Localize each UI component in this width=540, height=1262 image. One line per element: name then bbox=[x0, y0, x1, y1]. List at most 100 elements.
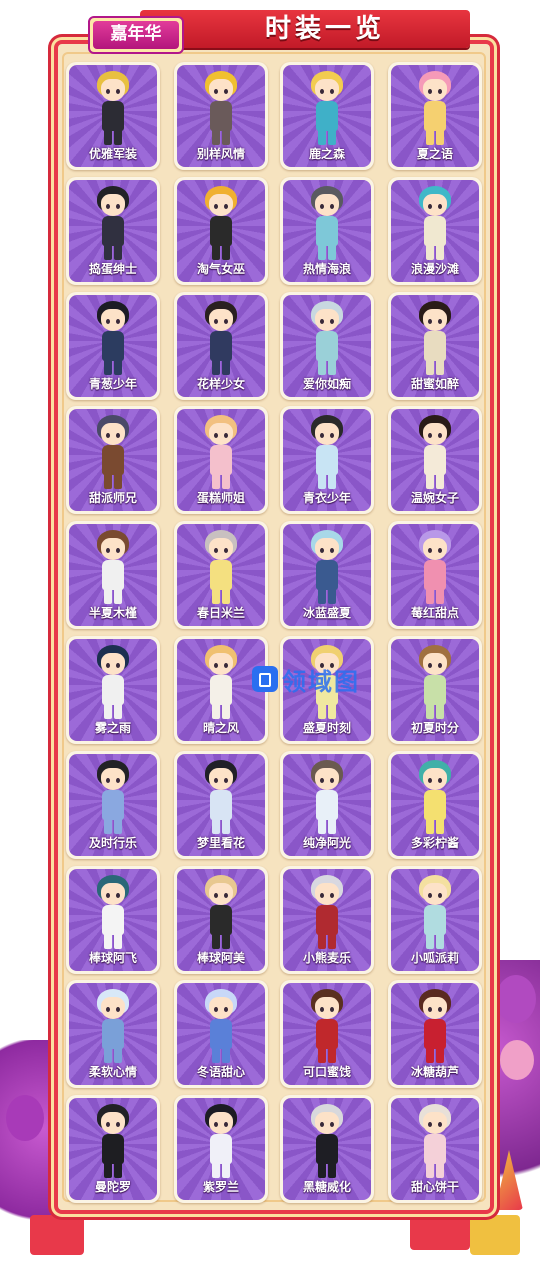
outfit-card[interactable]: 曼陀罗 bbox=[66, 1095, 160, 1204]
outfit-name: 爱你如痴 bbox=[302, 376, 351, 391]
avatar-eye bbox=[116, 318, 120, 324]
avatar-outfit bbox=[424, 1019, 446, 1050]
avatar-leg bbox=[426, 588, 434, 605]
avatar-figure bbox=[203, 759, 239, 840]
avatar-figure bbox=[309, 874, 345, 955]
outfit-card-frame: 别样风情 bbox=[177, 65, 265, 167]
avatar-figure bbox=[203, 300, 239, 381]
avatar-leg bbox=[222, 129, 230, 145]
outfit-card[interactable]: 莓红甜点 bbox=[388, 521, 482, 630]
outfit-name: 花样少女 bbox=[196, 376, 245, 391]
avatar-outfit bbox=[210, 1134, 232, 1165]
outfit-card[interactable]: 纯净阿光 bbox=[280, 750, 374, 859]
outfit-card[interactable]: 花样少女 bbox=[174, 291, 268, 400]
avatar-figure bbox=[309, 415, 345, 495]
outfit-card[interactable]: 柔软心情 bbox=[66, 980, 160, 1089]
outfit-name: 春日米兰 bbox=[196, 606, 245, 621]
avatar-face bbox=[209, 538, 233, 561]
avatar-figure bbox=[417, 874, 453, 955]
avatar-face bbox=[315, 882, 339, 905]
outfit-card[interactable]: 鹿之森 bbox=[280, 62, 374, 170]
outfit-card[interactable]: 冬语甜心 bbox=[174, 980, 268, 1089]
outfit-name: 多彩柠酱 bbox=[410, 835, 459, 850]
outfit-card[interactable]: 甜派师兄 bbox=[66, 406, 160, 515]
outfit-card[interactable]: 小呱派莉 bbox=[388, 865, 482, 974]
outfit-card[interactable]: 浪漫沙滩 bbox=[388, 176, 482, 285]
outfit-card-frame: 柔软心情 bbox=[69, 983, 157, 1086]
outfit-card[interactable]: 温婉女子 bbox=[388, 406, 482, 515]
avatar-eye bbox=[330, 892, 334, 898]
outfit-card[interactable]: 捣蛋绅士 bbox=[66, 176, 160, 285]
outfit-card[interactable]: 冰蓝盛夏 bbox=[280, 521, 374, 630]
avatar-outfit bbox=[210, 675, 232, 705]
outfit-card[interactable]: 蛋糕师姐 bbox=[174, 406, 268, 515]
avatar-outfit bbox=[316, 445, 338, 476]
avatar-outfit bbox=[424, 330, 446, 361]
avatar-leg bbox=[318, 817, 326, 834]
outfit-card[interactable]: 棒球阿飞 bbox=[66, 865, 160, 974]
avatar-eye bbox=[320, 777, 324, 783]
avatar-face bbox=[423, 997, 447, 1020]
avatar-figure bbox=[417, 989, 453, 1069]
avatar-figure bbox=[203, 1104, 239, 1184]
avatar-eye bbox=[214, 777, 218, 783]
outfit-card[interactable]: 甜心饼干 bbox=[388, 1095, 482, 1204]
avatar-leg bbox=[114, 588, 122, 605]
outfit-card[interactable]: 优雅军装 bbox=[66, 62, 160, 170]
outfit-card[interactable]: 梦里看花 bbox=[174, 750, 268, 859]
avatar-outfit bbox=[210, 904, 232, 935]
avatar-figure bbox=[95, 645, 131, 725]
outfit-card-frame: 可口蜜饯 bbox=[283, 983, 371, 1086]
outfit-card-frame: 及时行乐 bbox=[69, 753, 157, 856]
avatar-eye bbox=[428, 892, 432, 898]
outfit-card[interactable]: 多彩柠酱 bbox=[388, 750, 482, 859]
outfit-card[interactable]: 冰糖葫芦 bbox=[388, 980, 482, 1089]
outfit-card[interactable]: 棒球阿美 bbox=[174, 865, 268, 974]
outfit-card[interactable]: 紫罗兰 bbox=[174, 1095, 268, 1204]
avatar-outfit bbox=[316, 215, 338, 246]
outfit-card-frame: 蛋糕师姐 bbox=[177, 409, 265, 512]
outfit-card[interactable]: 爱你如痴 bbox=[280, 291, 374, 400]
outfit-card[interactable]: 半夏木槿 bbox=[66, 521, 160, 630]
outfit-card[interactable]: 初夏时分 bbox=[388, 636, 482, 744]
avatar-leg bbox=[104, 703, 112, 719]
outfit-name: 柔软心情 bbox=[88, 1065, 137, 1080]
outfit-card[interactable]: 及时行乐 bbox=[66, 750, 160, 859]
avatar-outfit bbox=[210, 1019, 232, 1050]
outfit-name: 淘气女巫 bbox=[196, 261, 245, 276]
avatar-leg bbox=[212, 588, 220, 605]
avatar-outfit bbox=[102, 215, 124, 246]
outfit-name: 青衣少年 bbox=[302, 491, 351, 506]
outfit-card[interactable]: 淘气女巫 bbox=[174, 176, 268, 285]
avatar-leg bbox=[114, 358, 122, 375]
outfit-card-frame: 捣蛋绅士 bbox=[69, 179, 157, 282]
avatar-figure bbox=[309, 1104, 345, 1184]
outfit-card-frame: 半夏木槿 bbox=[69, 524, 157, 627]
outfit-card[interactable]: 别样风情 bbox=[174, 62, 268, 170]
outfit-card[interactable]: 夏之语 bbox=[388, 62, 482, 170]
avatar-leg bbox=[328, 358, 336, 375]
avatar-leg bbox=[328, 932, 336, 949]
avatar-figure bbox=[95, 874, 131, 955]
outfit-card-frame: 梦里看花 bbox=[177, 753, 265, 856]
avatar-eye bbox=[320, 203, 324, 209]
outfit-card[interactable]: 黑糖威化 bbox=[280, 1095, 374, 1204]
outfit-card[interactable]: 春日米兰 bbox=[174, 521, 268, 630]
avatar-leg bbox=[212, 1047, 220, 1064]
outfit-card-frame: 棒球阿飞 bbox=[69, 868, 157, 971]
outfit-name: 鹿之森 bbox=[308, 147, 345, 161]
outfit-name: 初夏时分 bbox=[410, 721, 459, 735]
outfit-card[interactable]: 青衣少年 bbox=[280, 406, 374, 515]
outfit-card-frame: 莓红甜点 bbox=[391, 524, 479, 627]
outfit-card[interactable]: 雾之雨 bbox=[66, 636, 160, 744]
outfit-card[interactable]: 热情海浪 bbox=[280, 176, 374, 285]
outfit-card[interactable]: 小熊麦乐 bbox=[280, 865, 374, 974]
avatar-leg bbox=[212, 1162, 220, 1179]
outfit-card[interactable]: 可口蜜饯 bbox=[280, 980, 374, 1089]
outfit-card-frame: 优雅军装 bbox=[69, 65, 157, 167]
outfit-card[interactable]: 青葱少年 bbox=[66, 291, 160, 400]
outfit-card-frame: 冬语甜心 bbox=[177, 983, 265, 1086]
avatar-eye bbox=[224, 892, 228, 898]
outfit-card[interactable]: 甜蜜如醉 bbox=[388, 291, 482, 400]
avatar-eye bbox=[116, 777, 120, 783]
